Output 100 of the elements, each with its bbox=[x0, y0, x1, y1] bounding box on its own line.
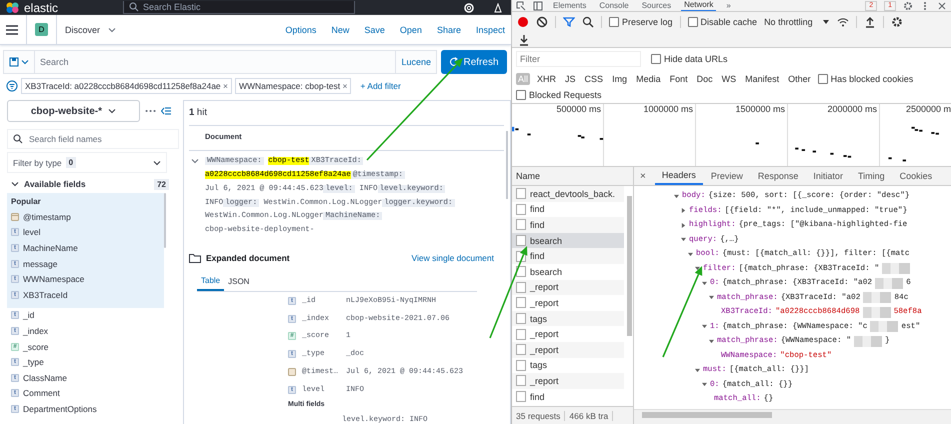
filter-input[interactable]: Filter bbox=[516, 51, 641, 67]
settings-icon[interactable] bbox=[903, 0, 913, 10]
detail-tab[interactable]: Response bbox=[750, 167, 806, 185]
checkbox-label[interactable]: Has blocked cookies bbox=[830, 74, 914, 84]
global-search-field[interactable]: Search Elastic bbox=[123, 1, 356, 14]
field-name[interactable]: _type bbox=[23, 357, 44, 368]
nav-link[interactable]: New bbox=[331, 24, 350, 34]
expand-arrow-icon[interactable] bbox=[709, 338, 714, 344]
checkbox[interactable] bbox=[651, 54, 661, 64]
help-icon[interactable] bbox=[464, 2, 474, 12]
checkbox[interactable] bbox=[516, 90, 526, 100]
collapse-sidebar-icon[interactable] bbox=[161, 106, 171, 116]
index-pattern-select[interactable]: cbop-website-* bbox=[7, 100, 140, 122]
request-row[interactable]: bsearch bbox=[512, 264, 624, 280]
expand-arrow-icon[interactable] bbox=[674, 194, 679, 199]
field-name[interactable]: _score bbox=[23, 342, 49, 352]
resource-type-filter[interactable]: Manifest bbox=[743, 73, 782, 85]
network-conditions-icon[interactable] bbox=[836, 16, 849, 28]
settings-icon[interactable] bbox=[890, 16, 903, 28]
scrollbar[interactable] bbox=[164, 193, 166, 248]
menu-icon[interactable] bbox=[6, 24, 18, 34]
request-row[interactable]: find bbox=[512, 388, 624, 404]
nav-link[interactable]: Save bbox=[364, 24, 385, 34]
detail-tab[interactable]: Initiator bbox=[806, 167, 850, 185]
checkbox-label[interactable]: Blocked Requests bbox=[529, 90, 602, 100]
filter-icon[interactable] bbox=[563, 16, 575, 28]
detail-tab[interactable]: Timing bbox=[850, 167, 892, 185]
field-name[interactable]: level bbox=[23, 227, 40, 238]
resource-type-filter[interactable]: XHR bbox=[535, 73, 558, 85]
filter-pill[interactable]: WWNamespace: cbop-test × bbox=[235, 78, 352, 94]
download-icon[interactable] bbox=[518, 34, 530, 46]
field-name[interactable]: MachineName bbox=[23, 242, 78, 253]
resource-type-filter[interactable]: Doc bbox=[694, 73, 715, 85]
request-row[interactable]: bsearch bbox=[512, 232, 624, 248]
checkbox-label[interactable]: Preserve log bbox=[622, 17, 673, 27]
close-icon[interactable] bbox=[937, 0, 947, 10]
more-tabs-button[interactable]: » bbox=[723, 0, 734, 10]
search-icon[interactable] bbox=[582, 16, 594, 28]
field-name[interactable]: WWNamespace bbox=[23, 274, 84, 284]
nav-link[interactable]: Options bbox=[285, 24, 316, 34]
upload-icon[interactable] bbox=[864, 16, 876, 28]
tab[interactable]: Table bbox=[197, 272, 224, 291]
throttling-dropdown[interactable]: No throttling bbox=[764, 17, 830, 27]
scrollbar[interactable] bbox=[627, 196, 632, 336]
field-name[interactable]: @timestamp bbox=[23, 212, 71, 222]
devtools-tab[interactable]: Elements bbox=[550, 0, 590, 10]
request-row[interactable]: tags bbox=[512, 310, 624, 326]
record-icon[interactable] bbox=[517, 16, 529, 28]
expand-arrow-icon[interactable] bbox=[688, 252, 693, 257]
nav-link[interactable]: Open bbox=[400, 24, 422, 34]
close-button[interactable]: × bbox=[640, 167, 646, 185]
resource-type-filter[interactable]: Media bbox=[634, 73, 663, 85]
expand-arrow-icon[interactable] bbox=[695, 266, 700, 272]
filter-by-type-dropdown[interactable]: Filter by type 0 bbox=[7, 152, 167, 173]
resource-type-filter[interactable]: Other bbox=[786, 73, 813, 85]
request-row[interactable]: _report bbox=[512, 295, 624, 311]
field-name[interactable]: Comment bbox=[23, 388, 60, 398]
expand-arrow-icon[interactable] bbox=[709, 295, 714, 300]
resource-type-filter[interactable]: JS bbox=[563, 73, 578, 85]
expand-arrow-icon[interactable] bbox=[681, 208, 686, 214]
expand-arrow-icon[interactable] bbox=[702, 382, 707, 388]
request-row[interactable]: _report bbox=[512, 326, 624, 342]
filter-pill[interactable]: XB3TraceId: a0228cccb8684d698cd11258ef8a24ae × bbox=[21, 78, 232, 94]
checkbox[interactable] bbox=[818, 74, 828, 84]
refresh-button[interactable]: Refresh bbox=[441, 50, 507, 74]
resource-type-filter[interactable]: WS bbox=[720, 73, 738, 85]
request-row[interactable]: _report bbox=[512, 280, 624, 296]
more-icon[interactable] bbox=[144, 109, 156, 113]
request-row[interactable]: _report bbox=[512, 373, 624, 389]
resource-type-filter[interactable]: Img bbox=[610, 73, 630, 85]
devtools-tab[interactable]: Sources bbox=[638, 0, 674, 10]
field-name[interactable]: message bbox=[23, 258, 58, 269]
remove-filter-button[interactable]: × bbox=[223, 81, 228, 91]
query-language-link[interactable]: Lucene bbox=[395, 51, 436, 73]
app-breadcrumb[interactable]: Discover bbox=[65, 24, 100, 34]
request-row[interactable]: _report bbox=[512, 342, 624, 358]
request-row[interactable]: tags bbox=[512, 358, 624, 374]
view-single-document-link[interactable]: View single document bbox=[411, 253, 494, 264]
query-input[interactable]: Search bbox=[35, 57, 396, 67]
field-name[interactable]: _index bbox=[23, 326, 48, 336]
chevron-down-icon[interactable] bbox=[11, 180, 19, 188]
devtools-tab[interactable]: Console bbox=[596, 0, 632, 10]
collapse-row-icon[interactable] bbox=[191, 157, 199, 166]
request-row[interactable]: react_devtools_back. bbox=[512, 186, 624, 202]
resource-type-filter[interactable]: Font bbox=[668, 73, 690, 85]
request-row[interactable]: find bbox=[512, 202, 624, 218]
field-name[interactable]: _id bbox=[23, 310, 34, 320]
detail-tab[interactable]: Cookies bbox=[892, 167, 940, 185]
expand-arrow-icon[interactable] bbox=[681, 222, 686, 228]
clear-icon[interactable] bbox=[536, 16, 548, 28]
expand-arrow-icon[interactable] bbox=[702, 324, 707, 330]
device-toolbar-icon[interactable] bbox=[533, 0, 543, 10]
field-name[interactable]: ClassName bbox=[23, 372, 67, 383]
remove-filter-button[interactable]: × bbox=[342, 81, 348, 91]
request-row[interactable]: find bbox=[512, 217, 624, 233]
field-name[interactable]: XB3TraceId bbox=[23, 290, 68, 300]
checkbox-label[interactable]: Disable cache bbox=[700, 17, 758, 27]
add-filter-link[interactable]: + Add filter bbox=[360, 81, 401, 91]
field-name[interactable]: DepartmentOptions bbox=[23, 404, 97, 414]
detail-tab[interactable]: Preview bbox=[704, 167, 750, 185]
